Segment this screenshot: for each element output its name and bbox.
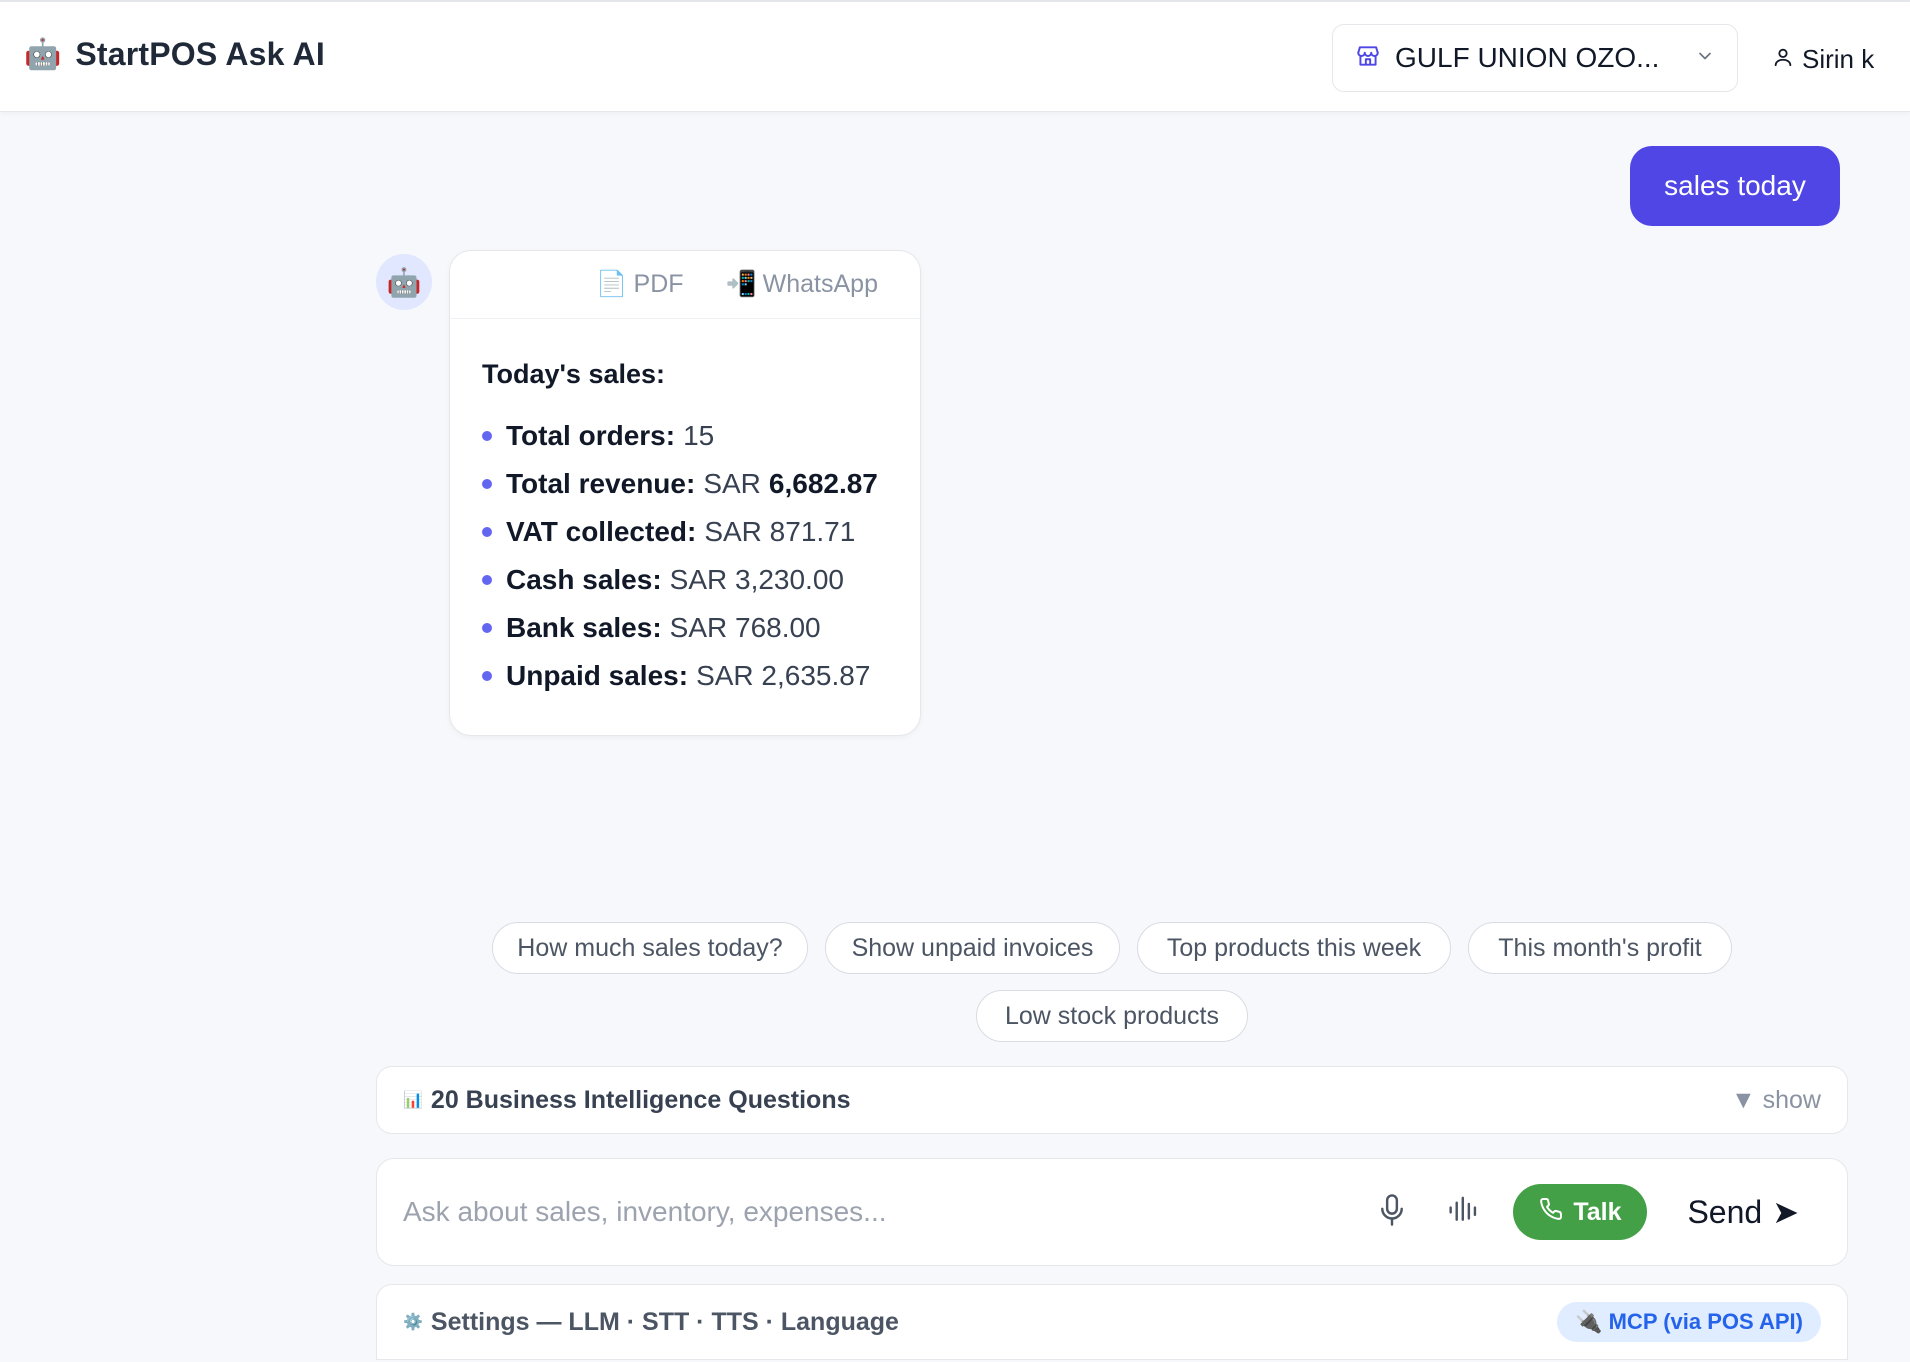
settings-bar[interactable]: ⚙️ Settings — LLM · STT · TTS · Language… — [376, 1284, 1848, 1360]
sales-summary-list: Total orders: 15 Total revenue: SAR 6,68… — [482, 412, 888, 700]
user-name: Sirin k — [1802, 44, 1875, 74]
send-arrow-icon: ➤ — [1772, 1194, 1799, 1230]
talk-label: Talk — [1573, 1197, 1622, 1226]
user-menu[interactable]: Sirin k — [1772, 44, 1874, 75]
bot-avatar: 🤖 — [376, 254, 432, 310]
bullet-icon — [482, 623, 492, 633]
chat-input[interactable] — [403, 1196, 1348, 1228]
item-value: SAR 2,635.87 — [696, 660, 871, 691]
talk-button[interactable]: Talk — [1513, 1184, 1648, 1240]
list-item: Bank sales: SAR 768.00 — [482, 604, 888, 652]
phone-icon — [1539, 1197, 1563, 1228]
item-label: VAT collected: — [506, 516, 697, 547]
list-item: Cash sales: SAR 3,230.00 — [482, 556, 888, 604]
send-label: Send — [1687, 1193, 1763, 1230]
store-icon — [1355, 43, 1381, 74]
list-item: Total revenue: SAR 6,682.87 — [482, 460, 888, 508]
item-value-strong: 6,682.87 — [768, 468, 878, 499]
bullet-icon — [482, 479, 492, 489]
suggestion-chip[interactable]: How much sales today? — [492, 922, 808, 974]
bi-questions-toggle[interactable]: 📊 20 Business Intelligence Questions ▼ s… — [376, 1066, 1848, 1134]
pdf-label: PDF — [633, 270, 684, 298]
suggestion-chip[interactable]: Top products this week — [1137, 922, 1451, 974]
plug-icon: 🔌 — [1575, 1309, 1603, 1334]
bot-reply-actions: 📄 PDF 📲 WhatsApp — [450, 251, 920, 319]
mobile-share-icon: 📲 — [725, 270, 757, 298]
item-value: SAR 768.00 — [669, 612, 821, 643]
bullet-icon — [482, 575, 492, 585]
store-selector[interactable]: GULF UNION OZO... — [1332, 24, 1738, 92]
waveform-icon — [1447, 1193, 1481, 1232]
bot-reply-heading: Today's sales: — [482, 359, 666, 389]
document-icon: 📄 — [596, 270, 628, 298]
settings-label: Settings — LLM · STT · TTS · Language — [430, 1307, 899, 1336]
mcp-label: MCP (via POS API) — [1608, 1309, 1803, 1334]
item-label: Cash sales: — [506, 564, 662, 595]
suggestion-chip[interactable]: Low stock products — [976, 990, 1248, 1042]
bot-reply-card: 📄 PDF 📲 WhatsApp Today's sales: Total or… — [449, 250, 921, 736]
gear-icon: ⚙️ — [403, 1314, 423, 1331]
whatsapp-share-button[interactable]: 📲 WhatsApp — [726, 270, 878, 299]
list-item: Total orders: 15 — [482, 412, 888, 460]
list-item: VAT collected: SAR 871.71 — [482, 508, 888, 556]
item-value: SAR 3,230.00 — [669, 564, 844, 595]
item-value: SAR 871.71 — [704, 516, 856, 547]
bar-chart-icon: 📊 — [403, 1092, 423, 1109]
item-label: Bank sales: — [506, 612, 662, 643]
whatsapp-label: WhatsApp — [762, 270, 878, 298]
list-item: Unpaid sales: SAR 2,635.87 — [482, 652, 888, 700]
voice-mode-button[interactable] — [1437, 1185, 1491, 1239]
microphone-button[interactable] — [1365, 1185, 1419, 1239]
bullet-icon — [482, 527, 492, 537]
bi-show-toggle[interactable]: ▼ show — [1731, 1086, 1821, 1115]
bi-questions-title: 20 Business Intelligence Questions — [430, 1085, 851, 1114]
app-header: 🤖 StartPOS Ask AI GULF UNION OZO... Siri… — [0, 2, 1910, 112]
item-value: SAR — [703, 468, 761, 499]
suggestion-chip[interactable]: Show unpaid invoices — [825, 922, 1120, 974]
item-label: Total orders: — [506, 420, 676, 451]
pdf-export-button[interactable]: 📄 PDF — [596, 270, 683, 299]
microphone-icon — [1377, 1193, 1407, 1232]
item-value: 15 — [683, 420, 715, 451]
store-selector-value: GULF UNION OZO... — [1395, 42, 1660, 73]
bullet-icon — [482, 671, 492, 681]
brand: 🤖 StartPOS Ask AI — [24, 36, 325, 73]
chevron-down-icon — [1695, 46, 1715, 71]
suggestion-chip[interactable]: This month's profit — [1468, 922, 1732, 974]
user-icon — [1772, 46, 1794, 73]
item-label: Unpaid sales: — [506, 660, 689, 691]
send-button[interactable]: Send ➤ — [1687, 1193, 1799, 1231]
item-label: Total revenue: — [506, 468, 696, 499]
app-title: StartPOS Ask AI — [75, 36, 325, 72]
bot-reply-body: Today's sales: Total orders: 15 Total re… — [450, 319, 920, 700]
user-message-bubble: sales today — [1630, 146, 1840, 226]
message-composer: Talk Send ➤ — [376, 1158, 1848, 1266]
robot-icon: 🤖 — [24, 37, 62, 71]
bullet-icon — [482, 431, 492, 441]
mcp-status-badge[interactable]: 🔌 MCP (via POS API) — [1557, 1302, 1821, 1342]
